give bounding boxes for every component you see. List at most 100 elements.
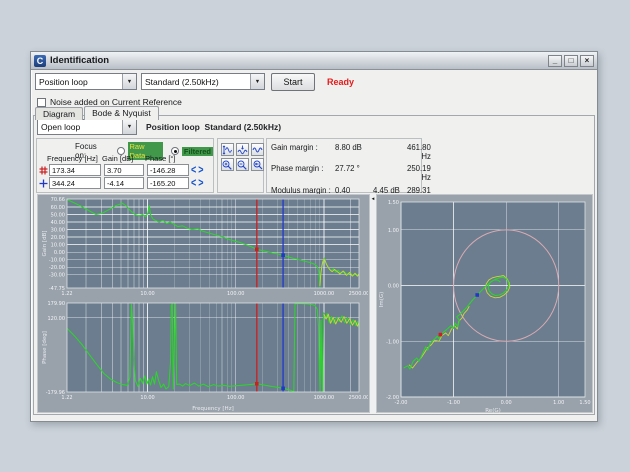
gain-margin-row: Gain margin : 8.80 dB 461.80 Hz bbox=[267, 143, 421, 161]
svg-text:-1.00: -1.00 bbox=[386, 339, 399, 345]
bode-plots-panel: 1.2210.00100.001000.002500.0070.6660.005… bbox=[37, 194, 370, 413]
cursor1-next-button[interactable]: > bbox=[198, 164, 203, 176]
svg-text:179.90: 179.90 bbox=[48, 301, 66, 307]
svg-text:100.00: 100.00 bbox=[227, 291, 245, 297]
cursor1-frequency-input[interactable] bbox=[49, 164, 101, 176]
margins-panel: Gain margin : 8.80 dB 461.80 Hz Phase ma… bbox=[266, 138, 422, 193]
standard-select[interactable]: Standard (2.50kHz) ▼ bbox=[141, 73, 265, 90]
cursor-table: Frequency [Hz] Gain [dB] Phase [°] < > bbox=[39, 154, 211, 189]
cursor1-prev-button[interactable]: < bbox=[191, 164, 196, 176]
minimize-button[interactable]: _ bbox=[548, 55, 562, 67]
window-content: Position loop ▼ Standard (2.50kHz) ▼ Sta… bbox=[31, 70, 597, 422]
cursor2-frequency-input[interactable] bbox=[49, 177, 101, 189]
title-bar[interactable]: C Identification _ □ × bbox=[31, 52, 597, 70]
cursor1-phase-input[interactable] bbox=[147, 164, 189, 176]
svg-text:-47.75: -47.75 bbox=[49, 286, 65, 292]
identification-window: C Identification _ □ × Position loop ▼ S… bbox=[30, 51, 598, 422]
tab-bode-nyquist[interactable]: Bode & Nyquist bbox=[84, 106, 159, 120]
svg-text:1.50: 1.50 bbox=[388, 200, 399, 206]
phase-margin-label: Phase margin : bbox=[271, 164, 335, 182]
svg-text:10.00: 10.00 bbox=[140, 291, 154, 297]
nyquist-panel: -2.00-1.000.001.001.501.501.000.00-1.00-… bbox=[376, 194, 593, 413]
gain-margin-freq: 461.80 Hz bbox=[407, 143, 431, 161]
nyquist-chart[interactable]: -2.00-1.000.001.001.501.501.000.00-1.00-… bbox=[377, 195, 594, 414]
svg-text:2500.00: 2500.00 bbox=[349, 291, 368, 297]
col-phase: Phase [°] bbox=[145, 154, 188, 163]
fit-wave-button[interactable] bbox=[251, 143, 264, 156]
svg-text:1.50: 1.50 bbox=[579, 400, 590, 406]
window-title: Identification bbox=[50, 55, 546, 66]
svg-text:-1.00: -1.00 bbox=[447, 400, 460, 406]
blue-plus-icon bbox=[39, 179, 48, 188]
start-button[interactable]: Start bbox=[271, 73, 315, 91]
zoom-out-button[interactable] bbox=[236, 158, 249, 171]
svg-text:1000.00: 1000.00 bbox=[314, 291, 335, 297]
zoom-previous-icon bbox=[252, 160, 263, 170]
svg-text:Im(G): Im(G) bbox=[379, 292, 385, 308]
zoom-toolbar bbox=[217, 138, 264, 193]
gain-margin-label: Gain margin : bbox=[271, 143, 335, 161]
splitter-collapse-icon[interactable]: ◄ bbox=[371, 196, 375, 201]
svg-text:1000.00: 1000.00 bbox=[314, 395, 335, 401]
svg-text:Frequency [Hz]: Frequency [Hz] bbox=[192, 406, 233, 412]
cursor2-phase-input[interactable] bbox=[147, 177, 189, 189]
phase-margin-row: Phase margin : 27.72 ° 250.19 Hz bbox=[267, 164, 421, 182]
plots-area: 1.2210.00100.001000.002500.0070.6660.005… bbox=[37, 194, 593, 413]
cursor2-next-button[interactable]: > bbox=[198, 177, 203, 189]
svg-text:10.00: 10.00 bbox=[51, 243, 65, 249]
col-frequency: Frequency [Hz] bbox=[47, 154, 102, 163]
status-text: Ready bbox=[327, 77, 354, 87]
loop-select[interactable]: Position loop ▼ bbox=[35, 73, 137, 90]
focus-panel: Focus on: Raw Data Filtered Frequency [H… bbox=[36, 138, 214, 193]
svg-text:10.00: 10.00 bbox=[140, 395, 154, 401]
svg-text:30.00: 30.00 bbox=[51, 228, 65, 234]
svg-text:Re(G): Re(G) bbox=[485, 408, 501, 414]
cursor2-prev-button[interactable]: < bbox=[191, 177, 196, 189]
cursor-row-1: < > bbox=[39, 164, 211, 176]
fit-amplitude-button[interactable] bbox=[221, 143, 234, 156]
phase-chart[interactable]: 1.2210.00100.001000.002500.00179.90120.0… bbox=[40, 301, 368, 412]
tab-diagram[interactable]: Diagram bbox=[35, 107, 83, 120]
open-loop-select[interactable]: Open loop ▼ bbox=[37, 119, 137, 135]
zoom-in-button[interactable] bbox=[221, 158, 234, 171]
svg-text:-30.00: -30.00 bbox=[49, 273, 65, 279]
svg-text:-179.96: -179.96 bbox=[46, 390, 65, 396]
svg-text:120.00: 120.00 bbox=[48, 316, 66, 322]
gain-margin-value: 8.80 dB bbox=[335, 143, 373, 161]
svg-text:2500.00: 2500.00 bbox=[349, 395, 368, 401]
svg-text:40.00: 40.00 bbox=[51, 220, 65, 226]
svg-text:0.00: 0.00 bbox=[388, 284, 399, 290]
gain-chart[interactable]: 1.2210.00100.001000.002500.0070.6660.005… bbox=[40, 197, 368, 299]
svg-text:50.00: 50.00 bbox=[51, 213, 65, 219]
cursor1-gain-input[interactable] bbox=[104, 164, 144, 176]
cursor2-gain-input[interactable] bbox=[104, 177, 144, 189]
fit-selection-button[interactable] bbox=[236, 143, 249, 156]
red-crosshair-icon bbox=[39, 166, 48, 175]
context-label: Position loop Standard (2.50kHz) bbox=[146, 122, 281, 132]
svg-text:-20.00: -20.00 bbox=[49, 265, 65, 271]
zoom-in-icon bbox=[222, 160, 233, 170]
svg-text:Phase [deg]: Phase [deg] bbox=[42, 331, 48, 364]
zoom-out-icon bbox=[237, 160, 248, 170]
close-button[interactable]: × bbox=[580, 55, 594, 67]
svg-text:Gain [dB]: Gain [dB] bbox=[42, 231, 48, 257]
chevron-down-icon[interactable]: ▼ bbox=[122, 120, 136, 134]
svg-text:20.00: 20.00 bbox=[51, 235, 65, 241]
col-gain: Gain [dB] bbox=[102, 154, 145, 163]
bode-nyquist-panel: Open loop ▼ Position loop Standard (2.50… bbox=[33, 115, 595, 415]
svg-text:70.66: 70.66 bbox=[51, 197, 65, 203]
fit-amplitude-icon bbox=[222, 145, 233, 155]
svg-text:60.00: 60.00 bbox=[51, 205, 65, 211]
svg-text:-10.00: -10.00 bbox=[49, 258, 65, 264]
maximize-button[interactable]: □ bbox=[564, 55, 578, 67]
svg-text:0.00: 0.00 bbox=[54, 250, 65, 256]
app-icon: C bbox=[34, 55, 46, 67]
svg-text:-2.00: -2.00 bbox=[386, 395, 399, 401]
phase-margin-value: 27.72 ° bbox=[335, 164, 373, 182]
svg-text:1.00: 1.00 bbox=[553, 400, 564, 406]
zoom-previous-button[interactable] bbox=[251, 158, 264, 171]
chevron-down-icon[interactable]: ▼ bbox=[122, 74, 136, 89]
phase-margin-freq: 250.19 Hz bbox=[407, 164, 431, 182]
svg-text:1.00: 1.00 bbox=[388, 228, 399, 234]
chevron-down-icon[interactable]: ▼ bbox=[250, 74, 264, 89]
